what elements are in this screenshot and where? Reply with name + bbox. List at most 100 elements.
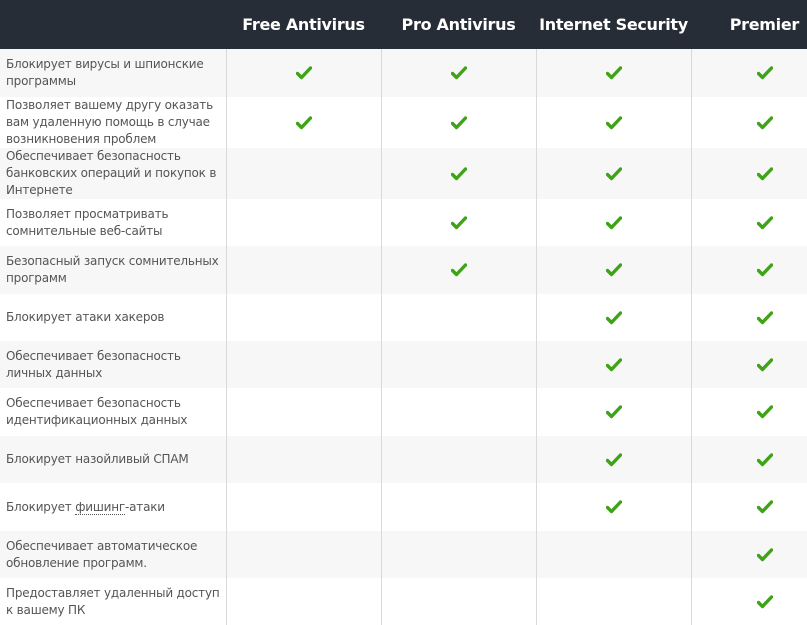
check-icon [756,263,773,277]
feature-label: Обеспечивает безопасность банковских опе… [6,149,217,197]
plan-cell [226,436,381,483]
check-icon [756,452,773,467]
header-internet-security: Internet Security [539,15,688,34]
glossary-term-link[interactable]: фишинг [75,499,125,515]
check-icon [756,500,773,514]
plan-cell [226,578,381,625]
check-icon [606,166,622,181]
plan-cell [226,97,381,148]
feature-label: Блокирует фишинг-атаки [6,499,165,515]
comparison-table: Free Antivirus Pro Antivirus Internet Se… [0,0,807,625]
check-icon [756,115,773,130]
check-icon [756,166,773,181]
header-free-antivirus: Free Antivirus [242,15,365,34]
table-row: Блокирует атаки хакеров [0,294,807,341]
plan-cell [536,294,691,341]
plan-cell [381,97,536,148]
check-icon [756,357,773,372]
feature-label: Обеспечивает безопасность идентификацион… [6,396,188,427]
feature-label: Блокирует вирусы и шпионские программы [6,57,204,88]
check-icon [606,405,622,419]
check-icon [606,66,622,80]
check-icon [451,263,467,277]
plan-cell [381,436,536,483]
check-icon [756,594,773,609]
plan-cell [381,483,536,531]
plan-cell [536,148,691,199]
check-icon [606,310,622,325]
plan-cell [226,294,381,341]
check-icon [606,452,622,467]
plan-cell [536,436,691,483]
check-icon [606,215,622,230]
plan-cell [536,199,691,246]
feature-label: Позволяет вашему другу оказать вам удале… [6,98,213,146]
plan-cell [536,97,691,148]
plan-cell [536,578,691,625]
check-icon [451,115,467,130]
plan-cell [226,246,381,294]
check-icon [451,215,467,230]
feature-label: Блокирует атаки хакеров [6,310,165,324]
check-icon [756,405,773,419]
plan-cell [691,49,807,97]
plan-cell [691,341,807,388]
feature-label: Блокирует назойливый СПАМ [6,452,189,466]
check-icon [296,66,312,80]
header-premier: Premier [729,15,800,34]
table-row: Позволяет вашему другу оказать вам удале… [0,97,807,148]
plan-cell [691,436,807,483]
table-row: Блокирует вирусы и шпионские программы [0,49,807,97]
plan-cell [226,49,381,97]
plan-cell [691,199,807,246]
check-icon [756,310,773,325]
plan-cell [691,246,807,294]
check-icon [606,115,622,130]
plan-cell [381,148,536,199]
check-icon [451,166,467,181]
table-row: Обеспечивает автоматическое обновление п… [0,531,807,578]
plan-cell [226,148,381,199]
table-row: Обеспечивает безопасность идентификацион… [0,388,807,436]
plan-cell [226,199,381,246]
plan-cell [691,294,807,341]
table-row: Обеспечивает безопасность банковских опе… [0,148,807,199]
plan-cell [381,199,536,246]
table-row: Блокирует назойливый СПАМ [0,436,807,483]
plan-cell [226,341,381,388]
plan-cell [381,388,536,436]
plan-cell [691,483,807,531]
check-icon [756,66,773,80]
plan-cell [381,49,536,97]
plan-cell [691,388,807,436]
feature-label: Обеспечивает безопасность личных данных [6,348,181,380]
plan-cell [536,483,691,531]
header-pro-antivirus: Pro Antivirus [401,15,516,34]
plan-cell [381,531,536,578]
table-body: Блокирует вирусы и шпионские программы По… [0,49,807,625]
check-icon [606,500,622,514]
plan-cell [536,531,691,578]
plan-cell [381,341,536,388]
check-icon [756,547,773,562]
check-icon [296,115,312,130]
plan-cell [226,388,381,436]
check-icon [756,215,773,230]
plan-cell [691,531,807,578]
plan-cell [691,578,807,625]
plan-cell [691,148,807,199]
plan-cell [381,294,536,341]
check-icon [451,66,467,80]
plan-cell [536,341,691,388]
table-row: Безопасный запуск сомнительных программ [0,246,807,294]
feature-label: Позволяет просматривать сомнительные веб… [6,206,169,238]
plan-cell [536,388,691,436]
feature-label: Безопасный запуск сомнительных программ [6,254,219,285]
plan-cell [536,246,691,294]
table-row: Блокирует фишинг-атаки [0,483,807,531]
table-row: Обеспечивает безопасность личных данных [0,341,807,388]
check-icon [606,357,622,372]
table-row: Позволяет просматривать сомнительные веб… [0,199,807,246]
table-row: Предоставляет удаленный доступ к вашему … [0,578,807,625]
plan-cell [381,246,536,294]
